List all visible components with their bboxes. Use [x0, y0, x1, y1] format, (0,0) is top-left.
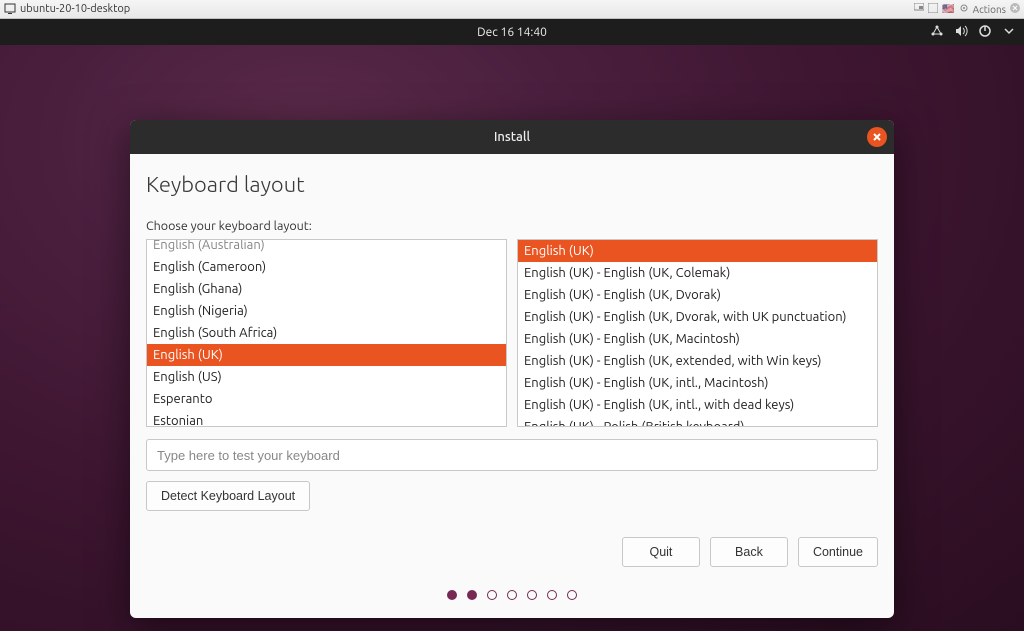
- list-item[interactable]: English (UK) - English (UK, Dvorak, with…: [518, 306, 877, 328]
- chevron-down-icon[interactable]: [1002, 24, 1016, 41]
- list-item[interactable]: English (Australian): [147, 239, 506, 256]
- progress-dot: [507, 590, 517, 600]
- list-item[interactable]: English (Ghana): [147, 278, 506, 300]
- list-item[interactable]: English (UK) - English (UK, Macintosh): [518, 328, 877, 350]
- vm-icon: [4, 3, 16, 15]
- list-item[interactable]: English (UK) - English (UK, intl., with …: [518, 394, 877, 416]
- keyboard-test-input[interactable]: [146, 439, 878, 471]
- list-item[interactable]: English (UK) - English (UK, intl., Macin…: [518, 372, 877, 394]
- progress-dot: [547, 590, 557, 600]
- network-icon[interactable]: [930, 24, 944, 41]
- window-titlebar[interactable]: Install: [130, 120, 894, 154]
- host-actions-label[interactable]: Actions: [973, 4, 1006, 15]
- quit-button[interactable]: Quit: [622, 537, 700, 567]
- list-item[interactable]: Estonian: [147, 410, 506, 427]
- list-item[interactable]: English (UK) - Polish (British keyboard): [518, 416, 877, 427]
- window-close-button[interactable]: [867, 127, 887, 147]
- progress-dot: [487, 590, 497, 600]
- nav-buttons: Quit Back Continue: [146, 537, 878, 567]
- list-item[interactable]: Esperanto: [147, 388, 506, 410]
- top-panel: Dec 16 14:40: [0, 19, 1024, 45]
- layout-list-variant[interactable]: English (UK)English (UK) - English (UK, …: [517, 239, 878, 427]
- volume-icon[interactable]: [954, 24, 968, 41]
- close-icon[interactable]: [1010, 3, 1020, 15]
- progress-dot: [567, 590, 577, 600]
- installer-window: Install Keyboard layout Choose your keyb…: [130, 120, 894, 618]
- gear-icon[interactable]: [959, 3, 969, 15]
- detect-keyboard-button[interactable]: Detect Keyboard Layout: [146, 481, 310, 511]
- window-body: Keyboard layout Choose your keyboard lay…: [130, 154, 894, 618]
- back-button[interactable]: Back: [710, 537, 788, 567]
- window-title: Install: [494, 130, 530, 144]
- list-item[interactable]: English (UK) - English (UK, extended, wi…: [518, 350, 877, 372]
- continue-button[interactable]: Continue: [798, 537, 878, 567]
- host-title: ubuntu-20-10-desktop: [20, 3, 130, 15]
- host-status-tray: 🇺🇸 Actions: [914, 3, 1020, 15]
- tray-fullscreen-icon[interactable]: [928, 3, 938, 15]
- panel-datetime[interactable]: Dec 16 14:40: [477, 26, 547, 39]
- progress-dot: [527, 590, 537, 600]
- progress-dot: [447, 590, 457, 600]
- list-item[interactable]: English (UK): [518, 240, 877, 262]
- close-icon: [872, 132, 882, 142]
- page-heading: Keyboard layout: [146, 172, 878, 197]
- list-item[interactable]: English (UK) - English (UK, Colemak): [518, 262, 877, 284]
- list-item[interactable]: English (Cameroon): [147, 256, 506, 278]
- progress-dots: [146, 576, 878, 608]
- list-item[interactable]: English (Nigeria): [147, 300, 506, 322]
- desktop: Dec 16 14:40 Install Keyboard layout Cho…: [0, 19, 1024, 631]
- tray-pip-icon[interactable]: [914, 3, 924, 15]
- tray-flag-icon: 🇺🇸: [942, 3, 954, 15]
- list-item[interactable]: English (UK): [147, 344, 506, 366]
- host-titlebar: ubuntu-20-10-desktop 🇺🇸 Actions: [0, 0, 1024, 19]
- list-item[interactable]: English (South Africa): [147, 322, 506, 344]
- layout-lists: English (Australian)English (Cameroon)En…: [146, 239, 878, 427]
- progress-dot: [467, 590, 477, 600]
- panel-indicators[interactable]: [930, 19, 1016, 45]
- list-item[interactable]: English (US): [147, 366, 506, 388]
- choose-label: Choose your keyboard layout:: [146, 219, 878, 233]
- list-item[interactable]: English (UK) - English (UK, Dvorak): [518, 284, 877, 306]
- power-icon[interactable]: [978, 24, 992, 41]
- layout-list-primary[interactable]: English (Australian)English (Cameroon)En…: [146, 239, 507, 427]
